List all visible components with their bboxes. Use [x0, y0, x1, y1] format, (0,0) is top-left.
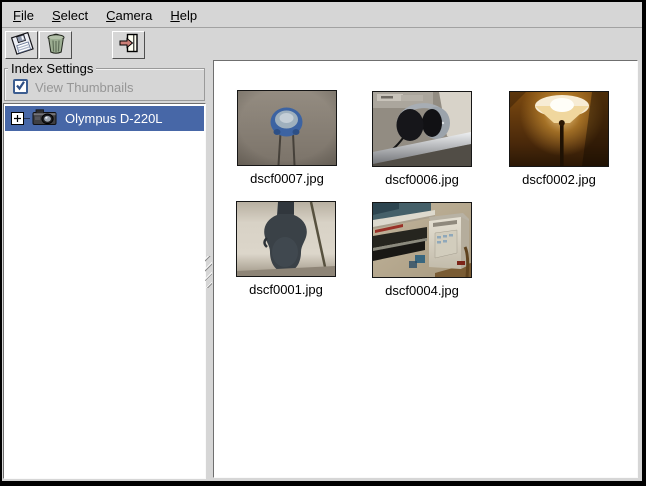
checkmark-icon — [15, 78, 26, 96]
menu-help[interactable]: Help — [161, 3, 206, 27]
pane-divider-grip[interactable] — [205, 256, 212, 288]
thumbnail-filename: dscf0004.jpg — [372, 283, 472, 298]
menu-select[interactable]: Select — [43, 3, 97, 27]
application-window: File Select Camera Help — [0, 0, 646, 486]
thumbnail-cell[interactable]: dscf0002.jpg — [509, 91, 609, 187]
camera-tree-view[interactable]: Olympus D-220L — [3, 103, 206, 479]
thumbnail-filename: dscf0006.jpg — [372, 172, 472, 187]
thumbnail-filename: dscf0001.jpg — [236, 282, 336, 297]
toolbar — [2, 29, 642, 60]
thumbnail-cell[interactable]: dscf0001.jpg — [236, 201, 336, 297]
view-thumbnails-label[interactable]: View Thumbnails — [35, 80, 134, 95]
save-button[interactable] — [5, 31, 38, 59]
index-settings-frame-label: Index Settings — [8, 61, 96, 76]
floppy-disk-save-icon — [10, 31, 34, 60]
thumbnail-image-dscf0002[interactable] — [509, 91, 609, 167]
delete-button[interactable] — [39, 31, 72, 59]
thumbnail-filename: dscf0002.jpg — [509, 172, 609, 187]
window-client-area: File Select Camera Help — [2, 2, 642, 481]
camera-icon — [32, 107, 58, 131]
tree-expander-plus-icon[interactable] — [11, 112, 24, 125]
pane-divider[interactable] — [205, 60, 213, 478]
thumbnail-cell[interactable]: dscf0007.jpg — [237, 90, 337, 186]
thumbnail-image-dscf0006[interactable] — [372, 91, 472, 167]
view-thumbnails-checkbox[interactable] — [13, 79, 28, 94]
camera-tree-item-label: Olympus D-220L — [65, 111, 163, 126]
thumbnail-filename: dscf0007.jpg — [237, 171, 337, 186]
thumbnail-index-panel: dscf0007.jpg — [213, 60, 638, 478]
thumbnail-image-dscf0007[interactable] — [237, 90, 337, 166]
thumbnail-cell[interactable]: dscf0006.jpg — [372, 91, 472, 187]
trash-can-icon — [44, 31, 68, 60]
thumbnail-cell[interactable]: dscf0004.jpg — [372, 202, 472, 298]
menu-camera[interactable]: Camera — [97, 3, 161, 27]
exit-door-icon — [117, 31, 141, 60]
menu-bar: File Select Camera Help — [2, 2, 642, 28]
menu-file[interactable]: File — [4, 3, 43, 27]
tree-connector-line — [24, 118, 30, 119]
thumbnail-image-dscf0004[interactable] — [372, 202, 472, 278]
camera-tree-row-selected[interactable]: Olympus D-220L — [5, 106, 204, 131]
exit-button[interactable] — [112, 31, 145, 59]
thumbnail-image-dscf0001[interactable] — [236, 201, 336, 277]
